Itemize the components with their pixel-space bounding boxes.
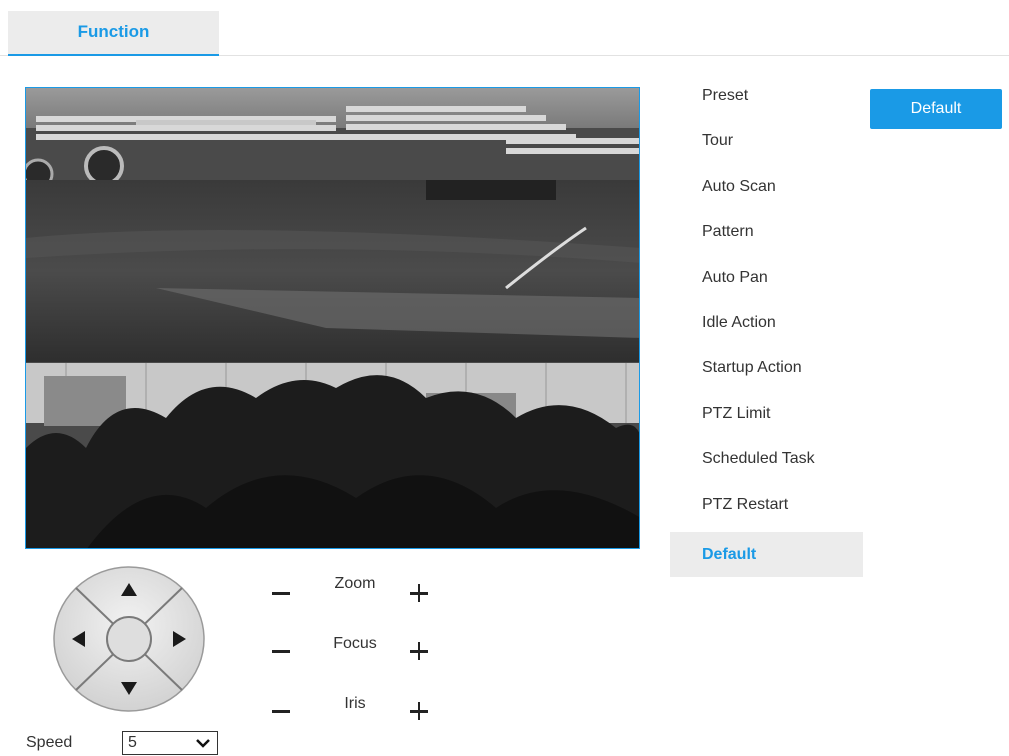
function-menu: Preset Tour Auto Scan Pattern Auto Pan I… (670, 78, 863, 578)
menu-item-auto-scan[interactable]: Auto Scan (670, 169, 863, 214)
menu-item-pattern[interactable]: Pattern (670, 214, 863, 259)
tab-function[interactable]: Function (8, 11, 219, 56)
menu-item-idle-action[interactable]: Idle Action (670, 305, 863, 350)
zoom-out-button[interactable] (265, 576, 299, 610)
focus-minus-button[interactable] (265, 634, 299, 668)
focus-plus-button[interactable] (403, 634, 437, 668)
zoom-control: Zoom (265, 574, 445, 608)
zoom-in-button[interactable] (403, 576, 437, 610)
menu-item-scheduled-task[interactable]: Scheduled Task (670, 441, 863, 486)
tab-bar: Function (0, 0, 1009, 56)
default-button[interactable]: Default (870, 89, 1002, 129)
video-frame-image (26, 88, 639, 548)
ptz-direction-pad-icon (53, 566, 205, 712)
speed-value: 5 (128, 734, 137, 751)
focus-label: Focus (333, 635, 377, 652)
speed-select[interactable]: 5 (122, 731, 218, 755)
menu-item-ptz-limit[interactable]: PTZ Limit (670, 396, 863, 441)
chevron-down-icon (196, 739, 210, 748)
iris-plus-button[interactable] (403, 694, 437, 728)
iris-control: Iris (265, 694, 445, 728)
menu-item-default[interactable]: Default (670, 531, 863, 578)
speed-label: Speed (26, 734, 73, 751)
menu-item-preset[interactable]: Preset (670, 78, 863, 123)
ptz-function-page: Function Preset Tour Auto Scan Pattern A… (0, 0, 1009, 756)
menu-item-tour[interactable]: Tour (670, 123, 863, 168)
iris-label: Iris (344, 695, 366, 712)
zoom-label: Zoom (334, 575, 376, 592)
menu-item-startup-action[interactable]: Startup Action (670, 350, 863, 395)
live-video-view[interactable] (25, 87, 640, 549)
menu-item-auto-pan[interactable]: Auto Pan (670, 260, 863, 305)
menu-item-ptz-restart[interactable]: PTZ Restart (670, 487, 863, 532)
ptz-direction-pad (52, 565, 206, 713)
iris-minus-button[interactable] (265, 694, 299, 728)
focus-control: Focus (265, 634, 445, 668)
